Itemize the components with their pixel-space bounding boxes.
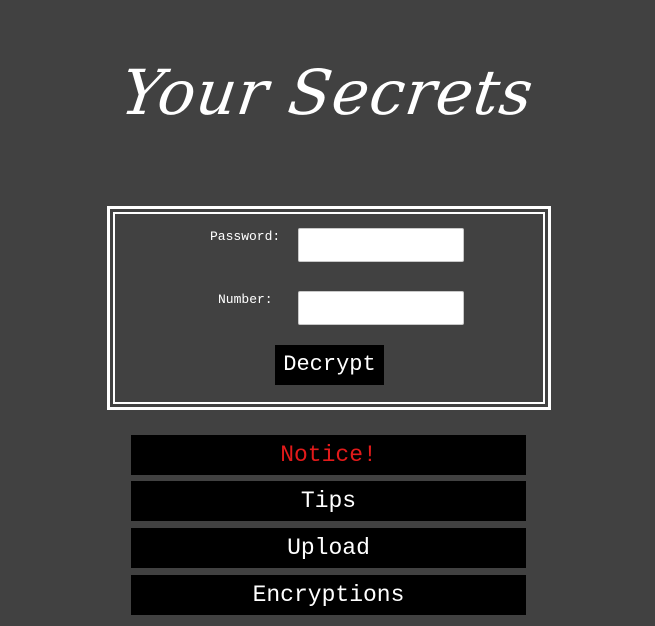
menu-item-notice[interactable]: Notice! <box>131 435 526 475</box>
number-input[interactable] <box>298 291 464 325</box>
decrypt-button[interactable]: Decrypt <box>275 345 384 385</box>
menu-item-encryptions[interactable]: Encryptions <box>131 575 526 615</box>
page-title: Your Secrets <box>116 56 539 129</box>
menu-item-upload[interactable]: Upload <box>131 528 526 568</box>
password-input[interactable] <box>298 228 464 262</box>
menu-item-tips[interactable]: Tips <box>131 481 526 521</box>
number-label: Number: <box>218 292 273 307</box>
password-label: Password: <box>210 229 281 244</box>
